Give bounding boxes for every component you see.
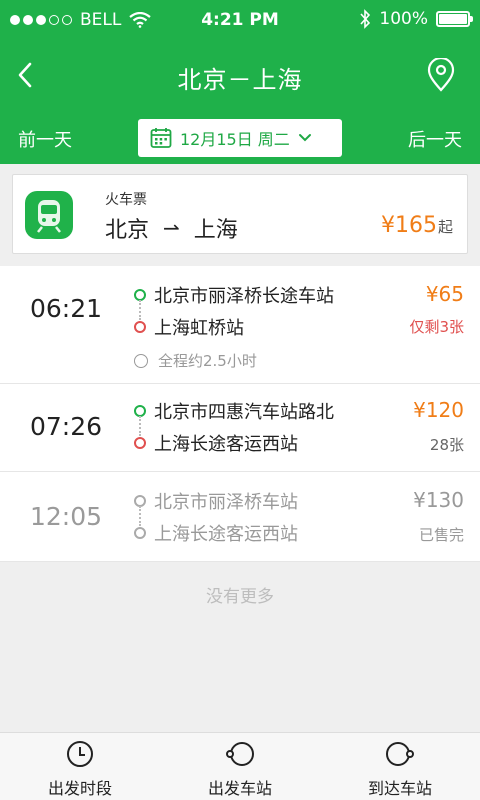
departure-station-icon (226, 742, 254, 766)
ticket-price: ¥65 (425, 282, 464, 306)
from-station: 北京市丽泽桥车站 (134, 488, 298, 514)
bus-route-list: 06:21 北京市丽泽桥长途车站 上海虹桥站 全程约2.5小时 ¥65 仅剩3张… (0, 266, 480, 562)
no-more-label: 没有更多 (206, 587, 274, 607)
location-pin-icon[interactable] (426, 58, 456, 92)
list-item[interactable]: 06:21 北京市丽泽桥长途车站 上海虹桥站 全程约2.5小时 ¥65 仅剩3张 (0, 266, 480, 384)
status-bar: BELL 4:21 PM 100% (0, 0, 480, 40)
train-from: 北京 (105, 218, 150, 243)
nav-bar: 北京－上海 (0, 40, 480, 110)
clock-icon (67, 741, 93, 767)
to-station-name: 上海长途客运西站 (154, 434, 298, 455)
to-station: 上海长途客运西站 (134, 520, 298, 546)
train-ticket-label: 火车票 (105, 192, 147, 208)
to-station: 上海长途客运西站 (134, 430, 298, 456)
battery-percent: 100% (379, 9, 428, 29)
trip-duration: 全程约2.5小时 (134, 350, 257, 371)
ticket-price: ¥130 (413, 488, 464, 512)
from-station-name: 北京市丽泽桥车站 (154, 492, 298, 513)
arrival-station-icon (386, 742, 414, 766)
tab-arrive-station[interactable]: 到达车站 (320, 733, 480, 800)
duration-text: 全程约2.5小时 (158, 352, 257, 370)
list-item[interactable]: 12:05 北京市丽泽桥车站 上海长途客运西站 ¥130 已售完 (0, 472, 480, 562)
clock-icon (134, 353, 148, 368)
train-ticket-card[interactable]: 火车票 北京 ⇀ 上海 ¥165起 (12, 174, 468, 254)
tab-label: 出发时段 (47, 779, 112, 798)
from-station-name: 北京市四惠汽车站路北 (154, 402, 334, 423)
tab-label: 出发车站 (207, 779, 272, 798)
depart-time: 07:26 (30, 412, 103, 441)
depart-time: 06:21 (30, 294, 103, 323)
from-station: 北京市丽泽桥长途车站 (134, 282, 334, 308)
page-title: 北京－上海 (177, 66, 303, 94)
selected-date: 12月15日 周二 (180, 130, 290, 149)
calendar-icon (150, 128, 172, 148)
to-station: 上海虹桥站 (134, 314, 244, 340)
list-item[interactable]: 07:26 北京市四惠汽车站路北 上海长途客运西站 ¥120 28张 (0, 384, 480, 472)
ticket-price: ¥120 (413, 398, 464, 422)
filter-tab-bar: 出发时段 出发车站 到达车站 (0, 732, 480, 800)
next-day-button[interactable]: 后一天 (408, 126, 462, 152)
chevron-down-icon (298, 134, 311, 142)
depart-time: 12:05 (30, 502, 103, 531)
tab-label: 到达车站 (367, 779, 432, 798)
from-station-name: 北京市丽泽桥长途车站 (154, 286, 334, 307)
train-icon (25, 191, 73, 239)
battery-icon (436, 11, 473, 27)
train-price: ¥165起 (381, 213, 453, 238)
sold-out-status: 已售完 (418, 526, 464, 544)
date-picker[interactable]: 12月15日 周二 (138, 119, 342, 157)
train-route: 北京 ⇀ 上海 (105, 212, 238, 244)
bluetooth-icon (360, 9, 371, 29)
to-station-name: 上海虹桥站 (154, 318, 244, 339)
tickets-remaining: 仅剩3张 (409, 318, 464, 336)
tab-depart-station[interactable]: 出发车站 (160, 733, 320, 800)
train-to: 上海 (193, 218, 238, 243)
tickets-remaining: 28张 (429, 436, 464, 454)
prev-day-button[interactable]: 前一天 (18, 126, 72, 152)
to-station-name: 上海长途客运西站 (154, 524, 298, 545)
price-suffix: 起 (437, 218, 453, 236)
tab-depart-time[interactable]: 出发时段 (0, 733, 160, 800)
from-station: 北京市四惠汽车站路北 (134, 398, 334, 424)
date-bar: 前一天 12月15日 周二 后一天 (0, 110, 480, 164)
train-price-value: ¥165 (380, 213, 437, 238)
route-arrow: ⇀ (163, 216, 180, 240)
